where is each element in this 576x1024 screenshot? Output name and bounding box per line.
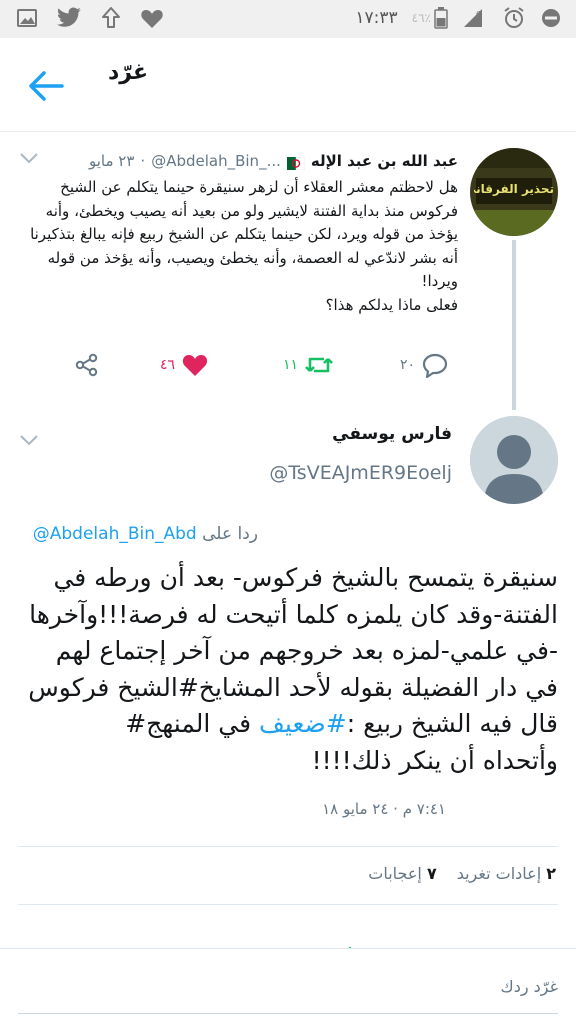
retweets-count: ٢ [546, 864, 556, 883]
gallery-icon [17, 9, 37, 27]
divider [18, 846, 558, 847]
retweets-stat[interactable]: ٢ إعادات تغريد [457, 864, 556, 883]
retweet-count: ١١ [283, 357, 299, 373]
upload-icon [102, 7, 120, 28]
replying-to-handle[interactable]: @Abdelah_Bin_Abd [33, 524, 197, 544]
like-button[interactable]: ٤٦ [160, 345, 209, 385]
parent-tweet-header: عبد الله بن عبد الإله @Abdelah_Bin_... ·… [18, 148, 458, 174]
parent-author-name[interactable]: عبد الله بن عبد الإله [311, 152, 458, 170]
tweet-text: سنيقرة يتمسح بالشيخ فركوس- بعد أن ورطه ف… [18, 560, 558, 780]
arrow-left-icon [29, 71, 64, 101]
replying-to-label: ردا على [202, 524, 258, 544]
reply-bubble-icon [422, 353, 448, 378]
battery-level: ٤٦٪ [411, 11, 431, 25]
like-count: ٤٦ [160, 357, 176, 373]
status-time: ١٧:٣٣ [355, 8, 398, 28]
back-button[interactable] [26, 68, 66, 104]
likes-label: إعجابات [368, 864, 422, 883]
reply-composer [0, 948, 576, 1024]
reply-button[interactable]: ٢٠ [400, 345, 449, 385]
replying-to: ردا على @Abdelah_Bin_Abd [33, 524, 258, 544]
chevron-down-icon [20, 435, 38, 446]
share-button[interactable] [74, 345, 100, 385]
likes-count: ٧ [426, 864, 437, 883]
hashtag-link[interactable]: #ضعيف [259, 709, 347, 738]
parent-tweet-actions: ٤٦ ١١ ٢٠ [0, 345, 470, 385]
parent-separator: · [140, 152, 146, 170]
parent-tweet-text: هل لاحظتم معشر العقلاء أن لزهر سنيقرة حي… [30, 178, 458, 314]
heart-icon [141, 10, 163, 28]
tweet-stats: ٢ إعادات تغريد ٧ إعجابات [368, 864, 556, 883]
reply-input[interactable] [18, 971, 558, 1001]
retweet-icon [305, 357, 333, 373]
retweet-button[interactable]: ١١ [283, 345, 334, 385]
status-bar-right: ١٧:٣٣ ٤٦٪ G [355, 6, 562, 30]
default-profile-icon [470, 416, 558, 504]
status-bar-left [16, 6, 164, 30]
alarm-icon [504, 7, 524, 28]
divider [18, 904, 558, 905]
do-not-disturb-icon [542, 9, 560, 27]
signal-icon: G [464, 9, 482, 27]
battery-icon: ٤٦٪ [412, 7, 448, 29]
heart-filled-icon [182, 355, 208, 376]
retweets-label: إعادات تغريد [456, 864, 542, 883]
share-icon [75, 353, 98, 377]
tweet-menu[interactable] [18, 432, 40, 448]
parent-author-handle[interactable]: @Abdelah_Bin_... [151, 152, 281, 170]
tweet-timestamp: ٧:٤١ م · ٢٤ مايو ١٨ [322, 800, 446, 818]
status-bar: ١٧:٣٣ ٤٦٪ G [0, 0, 576, 38]
parent-avatar-caption: تحذير الفرقاني [474, 182, 554, 196]
author-handle[interactable]: @TsVEAJmER9Eoelj [269, 462, 452, 484]
svg-text:G: G [476, 10, 482, 19]
app-bar: غرّد [0, 38, 576, 132]
parent-date: ٢٣ مايو [89, 152, 135, 170]
reply-count: ٢٠ [400, 357, 416, 373]
parent-avatar[interactable]: تحذير الفرقاني [470, 148, 558, 236]
reply-input-underline [18, 1013, 558, 1014]
page-title: غرّد [108, 60, 149, 85]
algeria-flag-icon [286, 155, 306, 170]
author-avatar[interactable] [470, 416, 558, 504]
likes-stat[interactable]: ٧ إعجابات [368, 864, 436, 883]
twitter-icon [57, 7, 81, 27]
thread-connector [512, 240, 516, 410]
author-name[interactable]: فارس يوسفي [332, 424, 452, 444]
